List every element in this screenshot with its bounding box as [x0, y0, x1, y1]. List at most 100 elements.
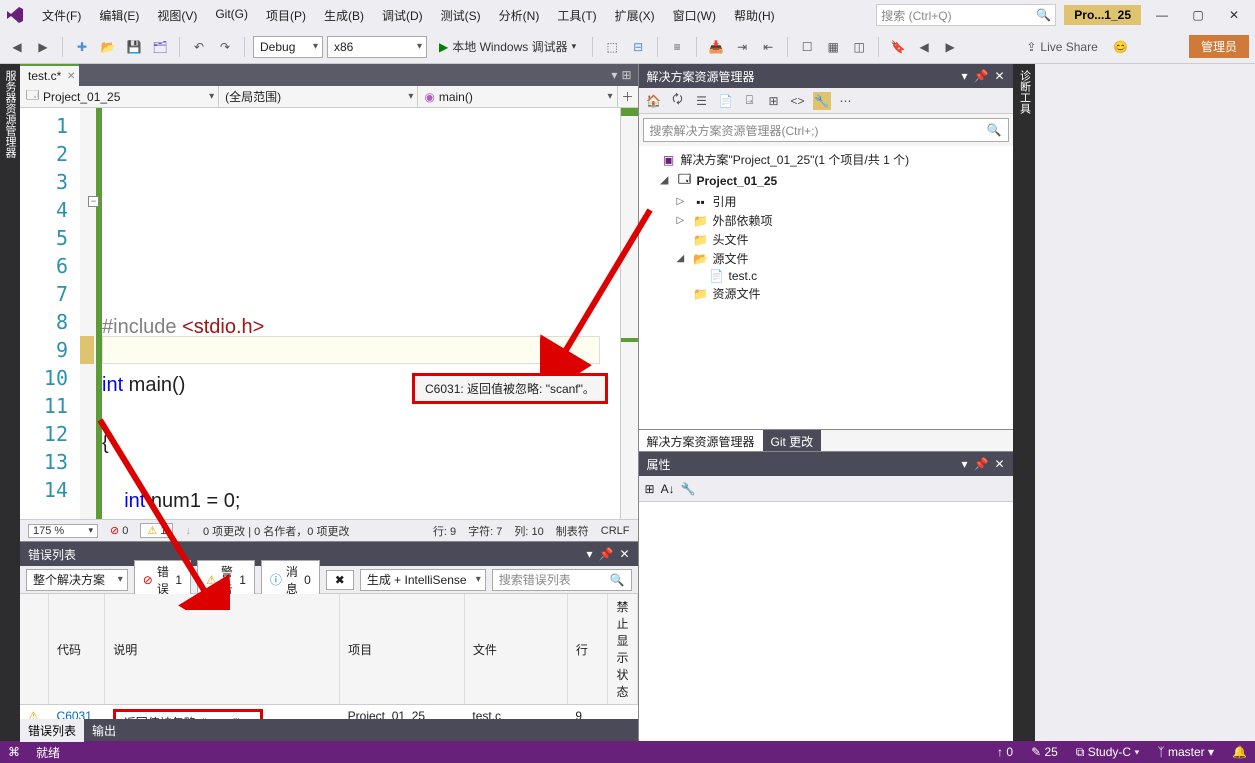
tree-refs[interactable]: ▷▪▪引用 — [645, 192, 1007, 211]
diagnostics-tab[interactable]: 诊断工具 — [1019, 70, 1031, 114]
tb-icon-7[interactable]: ☐ — [796, 36, 818, 58]
tb-icon-4[interactable]: 📥 — [705, 36, 727, 58]
alphabetical-icon[interactable]: A↓ — [661, 482, 675, 496]
admin-badge[interactable]: 管理员 — [1189, 35, 1249, 58]
quick-search-input[interactable]: 搜索 (Ctrl+Q) 🔍 — [876, 4, 1056, 26]
file-tab-test-c[interactable]: test.c* ✕ — [20, 64, 79, 86]
build-combo[interactable]: 生成 + IntelliSense — [360, 569, 486, 591]
tb-icon-9[interactable]: ◫ — [848, 36, 870, 58]
forward-button[interactable]: ▶ — [32, 36, 54, 58]
col-suppress[interactable]: 禁止显示状态 — [608, 594, 637, 705]
menu-view[interactable]: 视图(V) — [149, 3, 205, 28]
minimize-button[interactable]: — — [1145, 2, 1179, 28]
new-button[interactable]: ✚ — [71, 36, 93, 58]
col-code[interactable]: 代码 — [49, 594, 105, 705]
menu-edit[interactable]: 编辑(E) — [91, 3, 147, 28]
tree-solution-root[interactable]: ▣解决方案"Project_01_25"(1 个项目/共 1 个) — [645, 150, 1007, 169]
pin-icon[interactable]: 📌 — [598, 547, 613, 561]
status-changes[interactable]: ✎ 25 — [1031, 745, 1058, 759]
tab-git-changes[interactable]: Git 更改 — [763, 430, 822, 451]
collapse-icon[interactable]: ⍈ — [741, 92, 759, 110]
live-share-button[interactable]: ⇪Live Share — [1018, 40, 1105, 54]
table-row[interactable]: ⚠ C6031 返回值被忽略: "scanf"。 Project_01_25 t… — [20, 705, 637, 720]
menu-extensions[interactable]: 扩展(X) — [607, 3, 663, 28]
tb-icon-5[interactable]: ⇥ — [731, 36, 753, 58]
nav-project-combo[interactable]: 🗔Project_01_25 — [20, 86, 219, 107]
sync-icon[interactable]: 🗘 — [669, 92, 687, 110]
save-button[interactable]: 💾 — [123, 36, 145, 58]
tb-icon-1[interactable]: ⬚ — [601, 36, 623, 58]
tb-icon-2[interactable]: ⊟ — [627, 36, 649, 58]
wrench-icon[interactable]: 🔧 — [813, 92, 831, 110]
notifications-icon[interactable]: 🔔 — [1232, 745, 1247, 759]
panel-dropdown-icon[interactable]: ▾ — [961, 457, 967, 471]
tb-icon-6[interactable]: ⇤ — [757, 36, 779, 58]
events-icon[interactable]: 🔧 — [681, 482, 696, 496]
menu-test[interactable]: 测试(S) — [433, 3, 489, 28]
col-project[interactable]: 项目 — [340, 594, 465, 705]
close-icon[interactable]: ✕ — [994, 69, 1004, 83]
undo-button[interactable]: ↶ — [188, 36, 210, 58]
menu-debug[interactable]: 调试(D) — [374, 3, 431, 28]
pin-icon[interactable]: 📌 — [973, 69, 988, 83]
back-button[interactable]: ◀ — [6, 36, 28, 58]
nav-func-combo[interactable]: ◉main() — [418, 86, 617, 107]
tab-solution-explorer[interactable]: 解决方案资源管理器 — [639, 430, 763, 451]
more-icon[interactable]: ⋯ — [837, 92, 855, 110]
brackets-icon[interactable]: <> — [789, 92, 807, 110]
nav-scope-combo[interactable]: (全局范围) — [219, 86, 418, 107]
col-line[interactable]: 行 — [567, 594, 608, 705]
filter-icon[interactable]: ☰ — [693, 92, 711, 110]
menu-build[interactable]: 生成(B) — [316, 3, 372, 28]
code-link[interactable]: C6031 — [57, 709, 92, 719]
tab-dropdown-icon[interactable]: ▾ — [611, 68, 617, 82]
nav-plus-icon[interactable]: ＋ — [618, 86, 638, 107]
maximize-button[interactable]: ▢ — [1181, 2, 1215, 28]
menu-window[interactable]: 窗口(W) — [665, 3, 724, 28]
solution-tree[interactable]: ▣解决方案"Project_01_25"(1 个项目/共 1 个) ◢🗔Proj… — [639, 146, 1013, 429]
close-icon[interactable]: ✕ — [994, 457, 1004, 471]
col-desc[interactable]: 说明 — [105, 594, 340, 705]
tab-output[interactable]: 输出 — [84, 719, 124, 742]
tree-testc[interactable]: 📄test.c — [645, 268, 1007, 284]
clear-filter[interactable]: ✖ — [326, 570, 354, 590]
close-icon[interactable]: ✕ — [619, 547, 629, 561]
menu-help[interactable]: 帮助(H) — [726, 3, 783, 28]
menu-tools[interactable]: 工具(T) — [549, 3, 604, 28]
solution-search-input[interactable]: 搜索解决方案资源管理器(Ctrl+;) 🔍 — [643, 118, 1009, 142]
redo-button[interactable]: ↷ — [214, 36, 236, 58]
tab-error-list[interactable]: 错误列表 — [20, 719, 84, 742]
status-shell-icon[interactable]: ⌘ — [8, 745, 20, 759]
tb-icon-12[interactable]: ▶ — [939, 36, 961, 58]
menu-project[interactable]: 项目(P) — [258, 3, 314, 28]
categorized-icon[interactable]: ⊞ — [645, 482, 655, 496]
tb-icon-8[interactable]: ▦ — [822, 36, 844, 58]
panel-dropdown-icon[interactable]: ▾ — [961, 69, 967, 83]
close-icon[interactable]: ✕ — [67, 71, 75, 82]
config-combo[interactable]: Debug — [253, 36, 323, 58]
feedback-icon[interactable]: 😊 — [1110, 36, 1132, 58]
status-repo[interactable]: ⧉ Study-C ▾ — [1076, 745, 1140, 760]
show-all-icon[interactable]: ⊞ — [765, 92, 783, 110]
open-button[interactable]: 📂 — [97, 36, 119, 58]
tab-split-icon[interactable]: ⊞ — [621, 68, 631, 82]
home-icon[interactable]: 🏠 — [645, 92, 663, 110]
start-debug-button[interactable]: ▶本地 Windows 调试器▾ — [431, 36, 584, 58]
tb-icon-10[interactable]: 🔖 — [887, 36, 909, 58]
panel-dropdown-icon[interactable]: ▾ — [586, 547, 592, 561]
menu-git[interactable]: Git(G) — [207, 3, 256, 28]
right-vertical-tab[interactable]: 诊断工具 — [1013, 64, 1035, 741]
tree-extdep[interactable]: ▷📁外部依赖项 — [645, 211, 1007, 230]
project-name-badge[interactable]: Pro...1_25 — [1064, 5, 1141, 25]
error-list-table[interactable]: 代码 说明 项目 文件 行 禁止显示状态 ⚠ C6031 返回值被忽略: "sc… — [20, 594, 638, 719]
error-search-input[interactable]: 搜索错误列表 🔍 — [492, 569, 632, 591]
status-branch[interactable]: ᛉ master ▾ — [1157, 745, 1214, 759]
tb-icon-11[interactable]: ◀ — [913, 36, 935, 58]
tree-project[interactable]: ◢🗔Project_01_25 — [645, 169, 1007, 192]
platform-combo[interactable]: x86 — [327, 36, 427, 58]
menu-file[interactable]: 文件(F) — [34, 3, 89, 28]
save-all-button[interactable]: 🗂 — [149, 36, 171, 58]
doc-icon[interactable]: 📄 — [717, 92, 735, 110]
tree-res[interactable]: 📁资源文件 — [645, 284, 1007, 303]
col-file[interactable]: 文件 — [464, 594, 567, 705]
